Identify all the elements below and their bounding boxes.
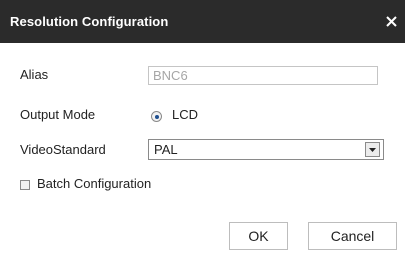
video-standard-select[interactable]: PAL	[148, 139, 384, 160]
cancel-button[interactable]: Cancel	[308, 222, 397, 250]
dialog-titlebar: Resolution Configuration	[0, 0, 405, 43]
video-standard-value: PAL	[154, 142, 178, 157]
close-icon	[386, 16, 397, 27]
dropdown-button[interactable]	[365, 142, 380, 157]
resolution-configuration-dialog: Resolution Configuration Alias BNC6 Outp…	[0, 0, 405, 261]
alias-label: Alias	[20, 67, 49, 82]
alias-field[interactable]: BNC6	[148, 66, 378, 85]
dialog-title: Resolution Configuration	[10, 14, 169, 29]
ok-button[interactable]: OK	[229, 222, 288, 250]
output-mode-lcd-label: LCD	[172, 107, 199, 122]
output-mode-label: Output Mode	[20, 107, 96, 122]
close-button[interactable]	[377, 0, 405, 43]
video-standard-label: VideoStandard	[20, 142, 106, 157]
radio-selected-dot	[154, 114, 159, 119]
output-mode-lcd-radio[interactable]	[151, 111, 162, 122]
chevron-down-icon	[369, 148, 376, 152]
batch-configuration-label: Batch Configuration	[37, 176, 152, 191]
batch-configuration-checkbox[interactable]	[20, 180, 30, 190]
